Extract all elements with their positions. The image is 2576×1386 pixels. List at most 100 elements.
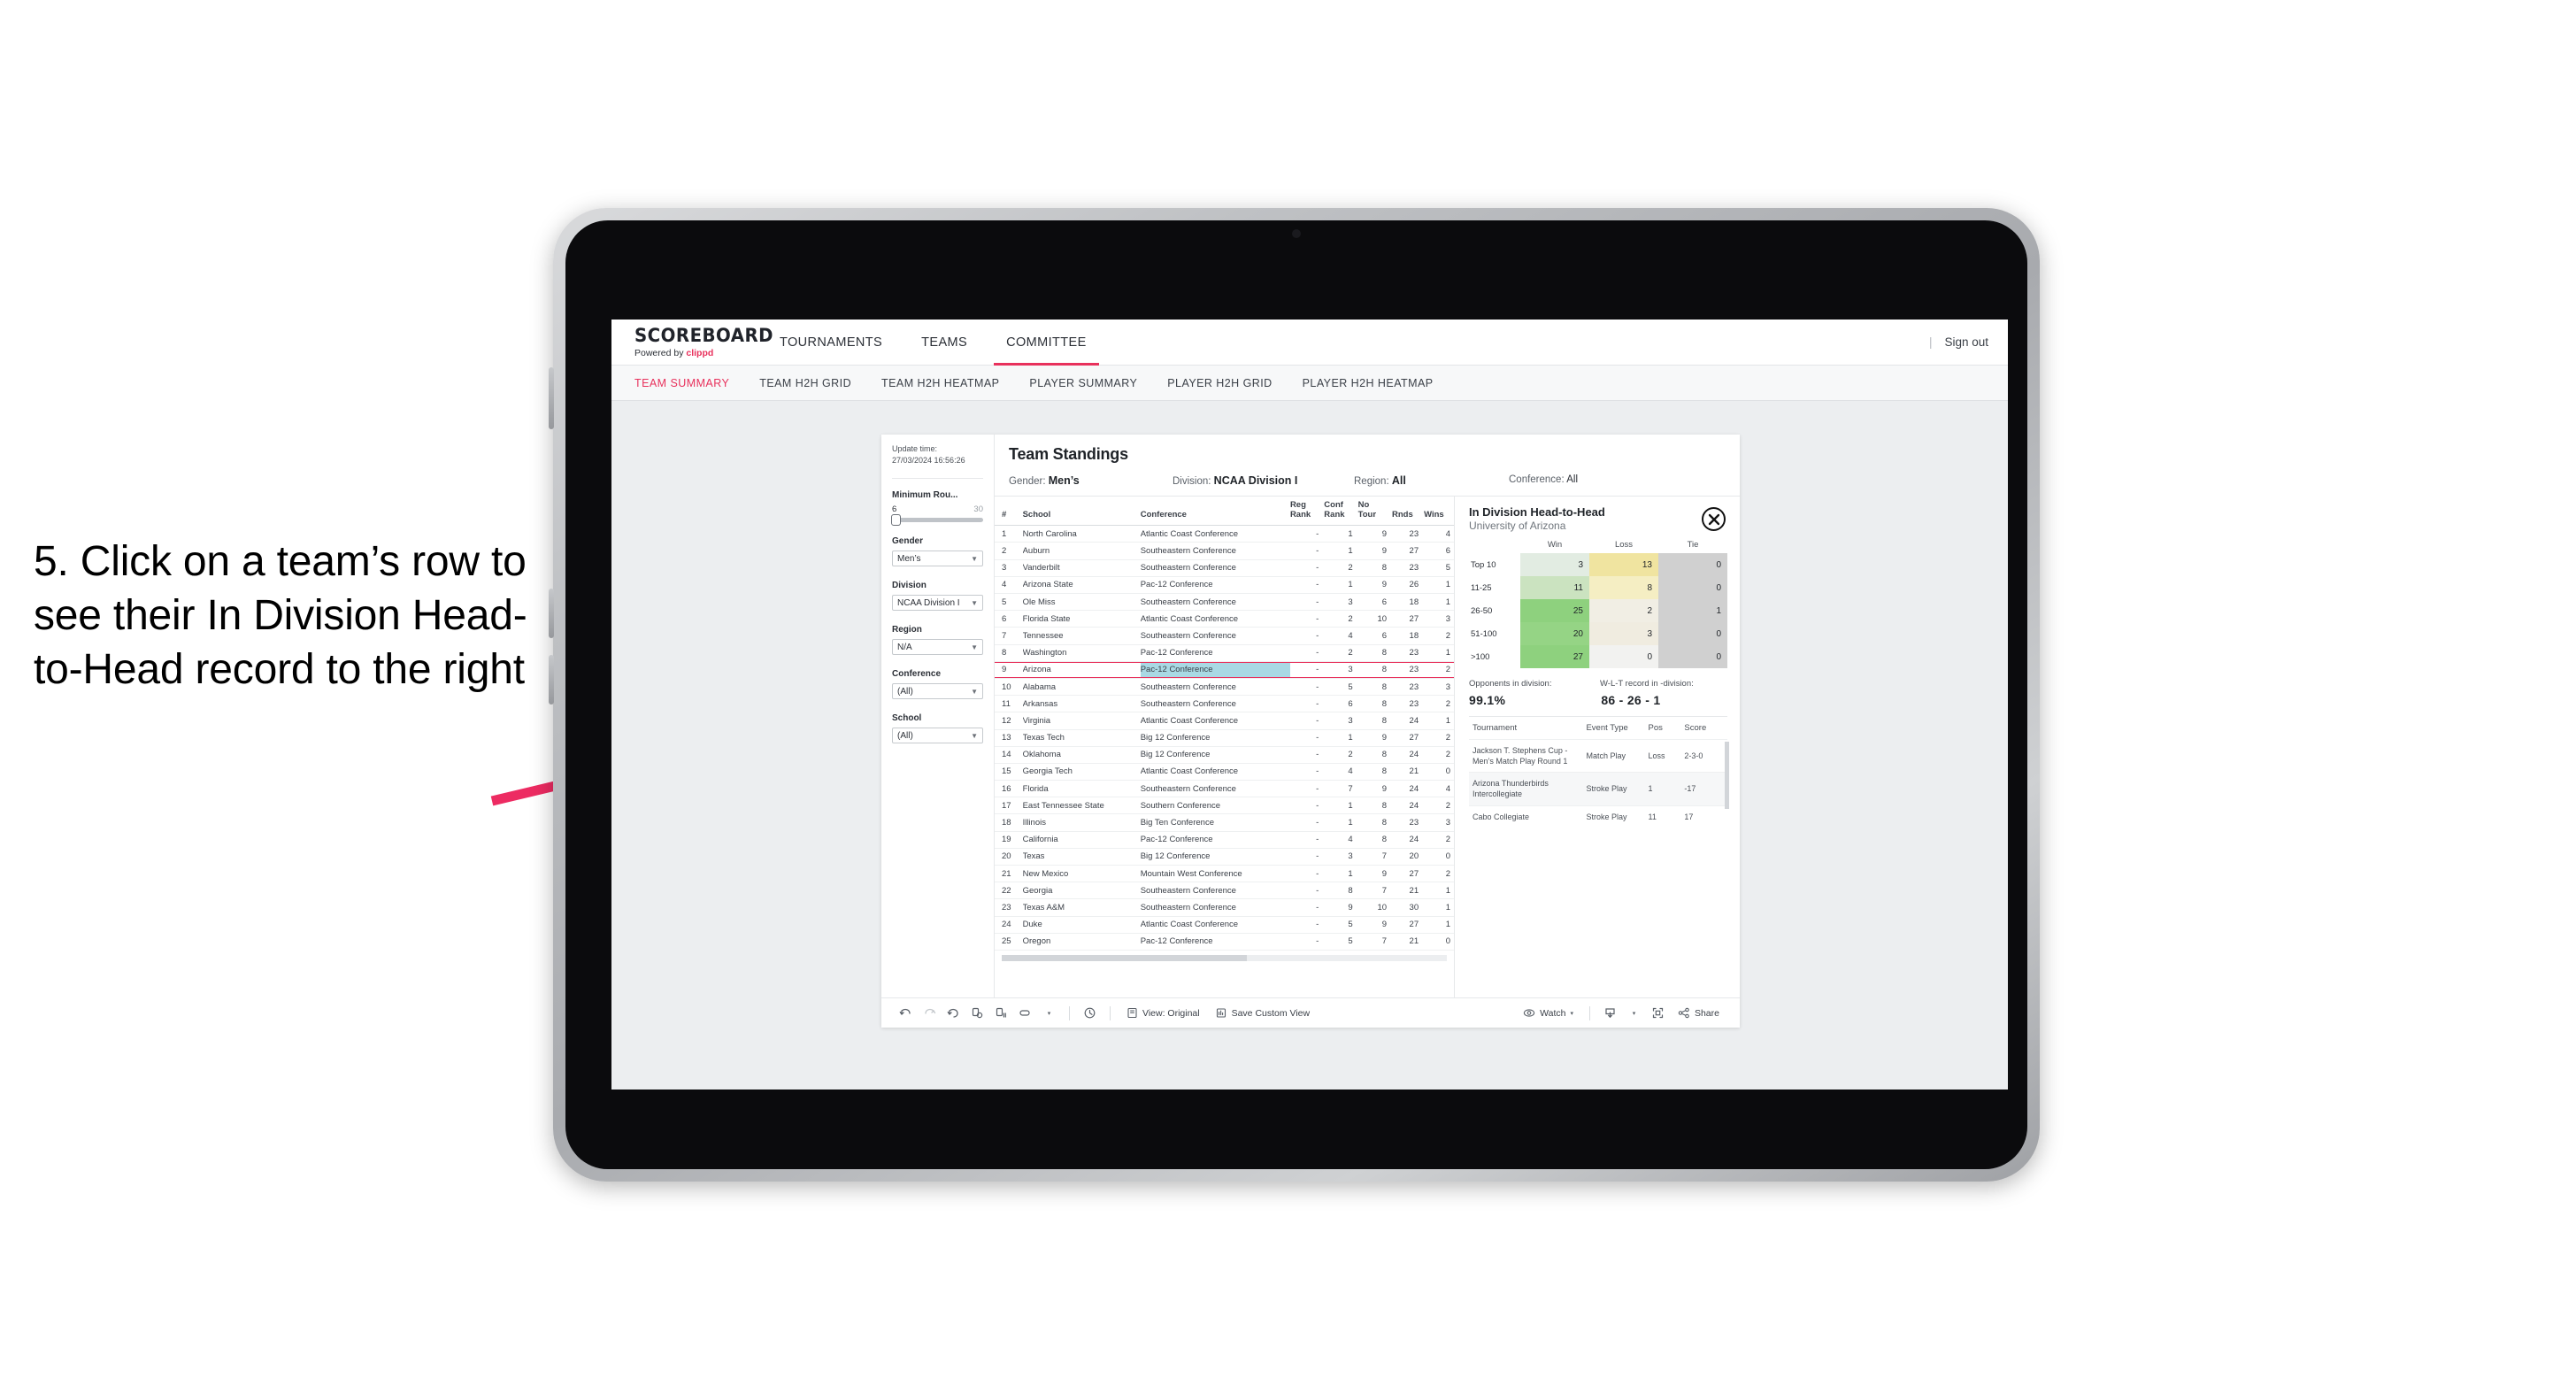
- table-row[interactable]: 14 Oklahoma Big 12 Conference -2 8 24 2: [995, 746, 1454, 764]
- col-rank[interactable]: #: [995, 497, 1023, 527]
- cell-conference: Southeastern Conference: [1140, 780, 1290, 798]
- cell-rnds: 21: [1392, 882, 1425, 900]
- table-row[interactable]: 25 Oregon Pac-12 Conference -5 7 21 0: [995, 933, 1454, 951]
- table-row[interactable]: 19 California Pac-12 Conference -4 8 24 2: [995, 831, 1454, 849]
- download-caret-icon[interactable]: ▾: [1622, 1004, 1646, 1023]
- view-original-button[interactable]: View: Original: [1119, 1007, 1208, 1019]
- gender-select[interactable]: Men’s ▼: [892, 551, 983, 567]
- tournament-row[interactable]: Cabo Collegiate Stroke Play 11 17: [1469, 805, 1727, 828]
- table-row[interactable]: 17 East Tennessee State Southern Conferenc…: [995, 797, 1454, 815]
- signout-link[interactable]: Sign out: [1944, 335, 1988, 349]
- minimum-rounds-slider[interactable]: [891, 514, 983, 527]
- screenshot-root: 5. Click on a team’s row to see their In…: [0, 0, 2576, 1386]
- highlight-icon[interactable]: [1013, 1004, 1037, 1023]
- table-row[interactable]: 24 Duke Atlantic Coast Conference -5 9 27 1: [995, 916, 1454, 934]
- tab-team-summary[interactable]: TEAM SUMMARY: [634, 377, 729, 389]
- cell-conf-rank: 1: [1324, 525, 1358, 543]
- brand-logo[interactable]: SCOREBOARD Powered by clippd: [611, 326, 773, 358]
- col-no-tour[interactable]: No Tour: [1357, 497, 1393, 527]
- table-row[interactable]: 7 Tennessee Southeastern Conference -4 6 18 2: [995, 627, 1454, 645]
- revert-icon[interactable]: [942, 1004, 965, 1023]
- table-row[interactable]: 9 Arizona Pac-12 Conference -3 8 23 2: [995, 661, 1454, 679]
- table-row[interactable]: 8 Washington Pac-12 Conference -2 8 23 1: [995, 644, 1454, 662]
- cell-school: Georgia: [1022, 882, 1141, 900]
- h2h-row-label: 11-25: [1469, 576, 1520, 599]
- table-row[interactable]: 21 New Mexico Mountain West Conference -1 9 2…: [995, 865, 1454, 883]
- col-score[interactable]: Score: [1680, 717, 1727, 740]
- head-to-head-detail-pane: In Division Head-to-Head University of A…: [1455, 497, 1740, 997]
- volume-up-button[interactable]: [549, 589, 554, 638]
- col-rnds[interactable]: Rnds: [1392, 497, 1425, 527]
- tab-team-h2h-grid[interactable]: TEAM H2H GRID: [759, 377, 851, 389]
- table-row[interactable]: 6 Florida State Atlantic Coast Conference -…: [995, 610, 1454, 628]
- col-conf-rank[interactable]: Conf Rank: [1324, 497, 1358, 527]
- download-icon[interactable]: [1598, 1004, 1622, 1023]
- refresh-data-icon[interactable]: [965, 1004, 989, 1023]
- cell-school: Arizona State: [1022, 576, 1141, 595]
- tab-player-h2h-grid[interactable]: PLAYER H2H GRID: [1167, 377, 1272, 389]
- table-row[interactable]: 12 Virginia Atlantic Coast Conference -3 8 24…: [995, 712, 1454, 730]
- conference-select[interactable]: (All) ▼: [892, 683, 983, 700]
- division-select[interactable]: NCAA Division I ▼: [892, 595, 983, 612]
- cell-rnds: 27: [1392, 610, 1425, 628]
- h2h-row-label: 26-50: [1469, 599, 1520, 622]
- table-row[interactable]: 3 Vanderbilt Southeastern Conference -2 8 23 5: [995, 559, 1454, 577]
- tab-player-summary[interactable]: PLAYER SUMMARY: [1029, 377, 1137, 389]
- share-button[interactable]: Share: [1670, 1007, 1727, 1019]
- undo-icon[interactable]: [894, 1004, 918, 1023]
- save-custom-view-button[interactable]: Save Custom View: [1208, 1007, 1319, 1019]
- cell-rnds: 23: [1392, 813, 1425, 832]
- col-pos[interactable]: Pos: [1645, 717, 1681, 740]
- table-row[interactable]: 13 Texas Tech Big 12 Conference -1 9 27 2: [995, 729, 1454, 747]
- table-row[interactable]: 11 Arkansas Southeastern Conference -6 8 23 2: [995, 695, 1454, 713]
- redo-icon[interactable]: [918, 1004, 942, 1023]
- filter-summary-conference: Conference: All: [1509, 474, 1578, 487]
- table-row[interactable]: 5 Ole Miss Southeastern Conference -3 6 18 1: [995, 593, 1454, 612]
- table-row[interactable]: 10 Alabama Southeastern Conference -5 8 23 3: [995, 678, 1454, 697]
- topnav-item-tournaments[interactable]: TOURNAMENTS: [760, 320, 902, 366]
- col-reg-rank[interactable]: Reg Rank: [1289, 497, 1325, 527]
- col-event-type[interactable]: Event Type: [1582, 717, 1644, 740]
- power-button[interactable]: [549, 367, 554, 429]
- cell-score: -17: [1680, 772, 1727, 806]
- slider-handle[interactable]: [891, 514, 901, 527]
- fullscreen-icon[interactable]: [1646, 1004, 1670, 1023]
- col-conference[interactable]: Conference: [1140, 497, 1290, 527]
- table-row[interactable]: 16 Florida Southeastern Conference -7 9 24 4: [995, 780, 1454, 798]
- table-row[interactable]: 22 Georgia Southeastern Conference -8 7 21 1: [995, 882, 1454, 900]
- scroll-track[interactable]: [1002, 955, 1447, 962]
- cell-rank: 24: [995, 916, 1023, 934]
- tournaments-scrollbar[interactable]: [1725, 742, 1729, 809]
- table-row[interactable]: 1 North Carolina Atlantic Coast Conference…: [995, 525, 1454, 543]
- volume-down-button[interactable]: [549, 655, 554, 705]
- scroll-thumb[interactable]: [1002, 955, 1247, 962]
- table-row[interactable]: 15 Georgia Tech Atlantic Coast Conference -…: [995, 763, 1454, 782]
- tournament-row[interactable]: Jackson T. Stephens Cup - Men’s Match Pl…: [1469, 738, 1727, 773]
- col-school[interactable]: School: [1022, 497, 1141, 527]
- standings-table-pane[interactable]: # School Conference Reg Rank Conf Rank No T…: [995, 497, 1455, 997]
- topnav-item-teams[interactable]: TEAMS: [902, 320, 987, 366]
- col-wins[interactable]: Wins: [1424, 497, 1454, 527]
- table-row[interactable]: 4 Arizona State Pac-12 Conference -1 9 26 1: [995, 576, 1454, 595]
- close-icon[interactable]: [1702, 507, 1726, 531]
- pause-auto-update-icon[interactable]: [989, 1004, 1013, 1023]
- cell-reg-rank: -: [1289, 661, 1325, 679]
- table-row[interactable]: 23 Texas A&M Southeastern Conference -9 10 30…: [995, 898, 1454, 917]
- table-row[interactable]: 2 Auburn Southeastern Conference -1 9 27 6: [995, 542, 1454, 560]
- topnav-item-committee[interactable]: COMMITTEE: [987, 320, 1106, 366]
- h2h-corner: [1469, 540, 1520, 553]
- tab-team-h2h-heatmap[interactable]: TEAM H2H HEATMAP: [881, 377, 999, 389]
- tournament-row[interactable]: Arizona Thunderbirds Intercollegiate Stro…: [1469, 772, 1727, 806]
- col-tournament[interactable]: Tournament: [1469, 717, 1582, 740]
- cell-no-tour: 7: [1357, 933, 1393, 951]
- cell-wins: 2: [1424, 865, 1454, 883]
- table-horizontal-scroll[interactable]: [995, 951, 1454, 963]
- watch-button[interactable]: Watch ▾: [1515, 1007, 1581, 1019]
- school-select[interactable]: (All) ▼: [892, 728, 983, 744]
- tab-player-h2h-heatmap[interactable]: PLAYER H2H HEATMAP: [1303, 377, 1434, 389]
- table-row[interactable]: 18 Illinois Big Ten Conference -1 8 23 3: [995, 813, 1454, 832]
- highlight-caret-icon[interactable]: ▾: [1037, 1004, 1061, 1023]
- table-row[interactable]: 20 Texas Big 12 Conference -3 7 20 0: [995, 848, 1454, 866]
- region-select[interactable]: N/A ▼: [892, 639, 983, 656]
- history-icon[interactable]: [1078, 1004, 1102, 1023]
